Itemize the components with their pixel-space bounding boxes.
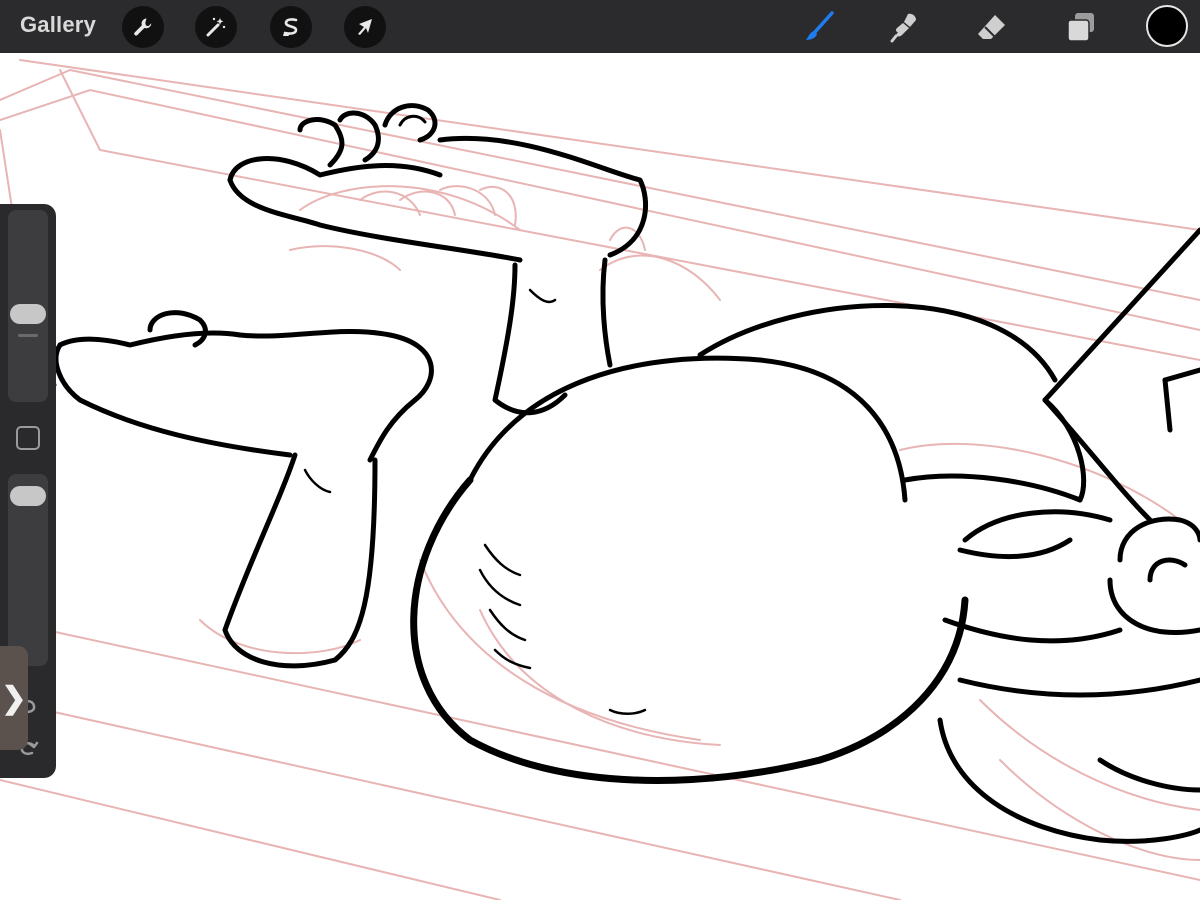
transform-button[interactable] [344,6,386,48]
wrench-icon [134,18,152,36]
modify-button[interactable] [16,426,40,450]
selection-button[interactable] [270,6,312,48]
artwork [0,59,1200,901]
top-toolbar: Gallery [0,0,1200,53]
slider-tick [18,334,38,337]
opacity-handle[interactable] [10,486,46,507]
arrow-cursor-icon [358,19,372,35]
brush-tool-button[interactable] [798,6,840,48]
gallery-button[interactable]: Gallery [20,12,96,38]
sidebar-expand-tab[interactable]: ❯ [0,646,28,750]
smudge-icon [890,13,916,43]
magic-wand-icon [206,17,226,37]
ink-layer [51,103,1200,844]
smudge-tool-button[interactable] [884,6,926,48]
layers-icon [1067,13,1094,42]
drawing-canvas[interactable] [0,53,1200,901]
eraser-tool-button[interactable] [971,6,1013,48]
brush-size-slider[interactable] [8,210,48,402]
chevron-right-icon: ❯ [1,681,27,715]
brush-icon [806,11,834,40]
eraser-icon [978,15,1005,39]
actions-button[interactable] [122,6,164,48]
brush-size-handle[interactable] [10,304,46,325]
color-picker-button[interactable] [1146,5,1188,47]
selection-s-icon [283,18,298,36]
sketch-layer [0,59,1200,901]
adjustments-button[interactable] [195,6,237,48]
layers-button[interactable] [1060,6,1102,48]
opacity-slider[interactable] [8,474,48,666]
